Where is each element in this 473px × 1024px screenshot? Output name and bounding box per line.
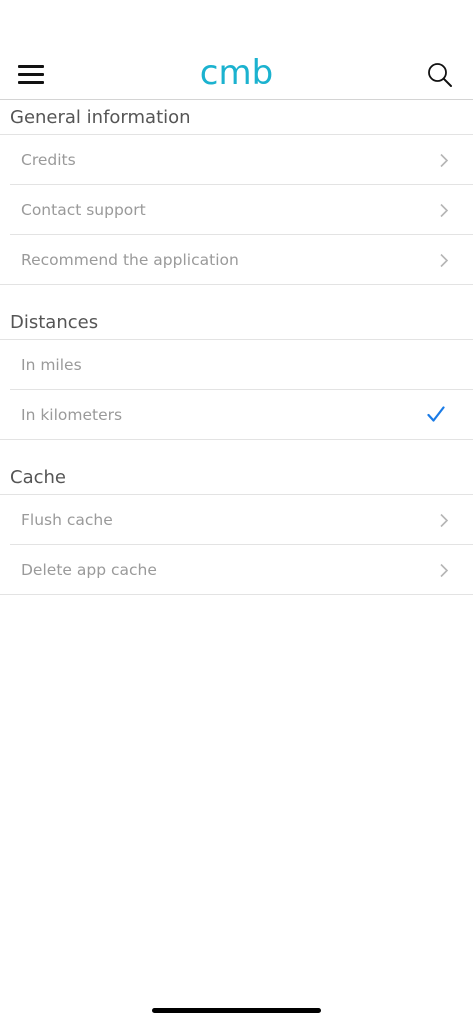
- row-credits[interactable]: Credits: [0, 135, 473, 185]
- row-label: In kilometers: [21, 406, 123, 424]
- section-title-cache: Cache: [0, 460, 473, 495]
- chevron-right-icon: [440, 203, 449, 218]
- search-button[interactable]: [427, 62, 453, 88]
- section-title-general-information: General information: [0, 100, 473, 135]
- row-delete-app-cache[interactable]: Delete app cache: [0, 545, 473, 595]
- settings-screen: cmb General information Credits Contact …: [0, 0, 473, 1024]
- row-in-miles[interactable]: In miles: [0, 340, 473, 390]
- row-in-kilometers[interactable]: In kilometers: [0, 390, 473, 440]
- top-bar: cmb: [0, 48, 473, 100]
- settings-list: General information Credits Contact supp…: [0, 100, 473, 595]
- row-label: Delete app cache: [21, 561, 157, 579]
- row-label: Contact support: [21, 201, 146, 219]
- chevron-right-icon: [440, 513, 449, 528]
- row-recommend-application[interactable]: Recommend the application: [0, 235, 473, 285]
- row-label: Credits: [21, 151, 76, 169]
- cmb-logo[interactable]: cmb: [0, 50, 473, 96]
- row-contact-support[interactable]: Contact support: [0, 185, 473, 235]
- row-flush-cache[interactable]: Flush cache: [0, 495, 473, 545]
- row-label: Recommend the application: [21, 251, 239, 269]
- chevron-right-icon: [440, 253, 449, 268]
- chevron-right-icon: [440, 153, 449, 168]
- search-icon: [428, 63, 452, 87]
- row-label: In miles: [21, 356, 82, 374]
- chevron-right-icon: [440, 563, 449, 578]
- row-label: Flush cache: [21, 511, 113, 529]
- checkmark-icon: [427, 406, 445, 422]
- home-indicator[interactable]: [152, 1008, 321, 1013]
- section-title-distances: Distances: [0, 305, 473, 340]
